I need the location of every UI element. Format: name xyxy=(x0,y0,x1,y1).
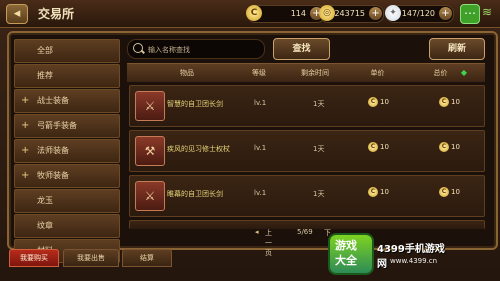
coins-counter: ◎ 243715 + xyxy=(319,5,384,23)
add-coins-button[interactable]: + xyxy=(369,7,382,20)
coins-value: 243715 xyxy=(334,9,365,18)
gold-coin-icon: C xyxy=(246,5,262,21)
search-box xyxy=(127,39,265,59)
watermark-url: www.4399.cn xyxy=(390,257,438,265)
sidebar-item-recommended[interactable]: 推荐 xyxy=(14,64,120,88)
header-item: 物品 xyxy=(180,69,194,77)
sidebar-item-emblem[interactable]: 纹章 xyxy=(14,214,120,238)
stamp-line-1: 游戏 xyxy=(335,239,357,252)
top-bar: ◂ 交易所 C 114 + ◎ 243715 + ✦ 147/120 + ≋ xyxy=(0,0,500,28)
item-time: 1天 xyxy=(313,145,325,153)
header-total-price: 总价 xyxy=(433,69,448,77)
table-row[interactable]: ⚒ 疾风的见习修士权杖 lv.1 1天 C 10 C 10 xyxy=(129,130,485,172)
sidebar-item-priest[interactable]: + 牧师装备 xyxy=(14,164,120,188)
unit-price-value: 10 xyxy=(380,188,389,196)
unit-price-value: 10 xyxy=(380,143,389,151)
search-button[interactable]: 查找 xyxy=(273,38,330,60)
item-time: 1天 xyxy=(313,100,325,108)
search-input[interactable] xyxy=(146,42,260,57)
expand-icon: + xyxy=(21,120,30,131)
expand-icon: + xyxy=(21,170,30,181)
page-title: 交易所 xyxy=(38,7,75,21)
total-price-value: 10 xyxy=(451,98,460,106)
refresh-button[interactable]: 刷新 xyxy=(429,38,485,60)
table-row[interactable]: ⚔ 智慧的自卫团长剑 lv.1 1天 C 10 C 10 xyxy=(129,85,485,127)
sidebar-item-label: 龙玉 xyxy=(37,196,53,205)
sidebar-item-label: 全部 xyxy=(37,46,53,55)
chat-icon[interactable] xyxy=(460,3,480,24)
tab-sell[interactable]: 我要出售 xyxy=(63,249,119,267)
total-price-value: 10 xyxy=(451,143,460,151)
prev-page-button[interactable]: 上一页 xyxy=(265,228,272,258)
unit-price: C 10 xyxy=(368,97,389,107)
header-time: 剩余时间 xyxy=(301,69,329,77)
item-name: 睢幕的自卫团长剑 xyxy=(167,190,223,198)
stamp-line-2: 大全 xyxy=(335,254,357,267)
wing-icon: ✦ xyxy=(385,5,401,21)
total-price: C 10 xyxy=(439,142,460,152)
listing-panel: 查找 刷新 物品 等级 剩余时间 单价 总价 ◆ ⚔ 智慧的自卫团长剑 lv.1… xyxy=(127,38,487,242)
page-indicator: 5/69 xyxy=(297,228,313,236)
item-time: 1天 xyxy=(313,190,325,198)
header-level: 等级 xyxy=(252,69,266,77)
search-icon xyxy=(133,43,143,53)
unit-price-value: 10 xyxy=(380,98,389,106)
sidebar-item-label: 纹章 xyxy=(37,221,53,230)
sword-icon: ⚔ xyxy=(135,91,165,121)
stamina-value: 147/120 xyxy=(401,9,435,18)
total-price-value: 10 xyxy=(451,188,460,196)
sidebar-item-warrior[interactable]: + 战士装备 xyxy=(14,89,120,113)
sword-icon: ⚔ xyxy=(135,181,165,211)
sidebar-item-mage[interactable]: + 法师装备 xyxy=(14,139,120,163)
item-level: lv.1 xyxy=(254,144,267,152)
prev-arrow-icon[interactable]: ◂ xyxy=(255,228,259,236)
trading-house-screen: ◂ 交易所 C 114 + ◎ 243715 + ✦ 147/120 + ≋ 全… xyxy=(0,0,500,281)
scepter-icon: ⚒ xyxy=(135,136,165,166)
gem-icon: ◆ xyxy=(460,68,468,77)
header-unit-price: 单价 xyxy=(370,69,385,77)
unit-price: C 10 xyxy=(368,142,389,152)
table-row[interactable]: ⚔ 睢幕的自卫团长剑 lv.1 1天 C 10 C 10 xyxy=(129,175,485,217)
site-watermark: 游戏 大全 4399手机游戏网 www.4399.cn xyxy=(330,230,450,275)
sidebar-item-label: 战士装备 xyxy=(37,96,69,105)
sidebar-item-archer[interactable]: + 弓箭手装备 xyxy=(14,114,120,138)
watermark-stamp: 游戏 大全 xyxy=(330,235,372,273)
coin-icon: C xyxy=(368,187,378,197)
add-stamina-button[interactable]: + xyxy=(439,7,452,20)
watermark-site: 4399手机游戏网 xyxy=(377,244,445,270)
table-header: 物品 等级 剩余时间 单价 总价 ◆ xyxy=(127,63,485,82)
wifi-icon: ≋ xyxy=(482,5,493,19)
gold-counter: C 114 + xyxy=(246,5,325,23)
gold-value: 114 xyxy=(290,9,306,18)
total-price: C 10 xyxy=(439,97,460,107)
coin-icon: C xyxy=(439,97,449,107)
coin-icon: C xyxy=(368,142,378,152)
back-arrow-icon[interactable]: ◂ xyxy=(6,4,28,24)
sidebar-item-label: 弓箭手装备 xyxy=(37,121,77,130)
coin-stack-icon: ◎ xyxy=(319,5,335,21)
stamina-counter: ✦ 147/120 + xyxy=(385,5,454,23)
total-price: C 10 xyxy=(439,187,460,197)
sidebar-item-label: 牧师装备 xyxy=(37,171,69,180)
expand-icon: + xyxy=(21,95,30,106)
item-level: lv.1 xyxy=(254,99,267,107)
unit-price: C 10 xyxy=(368,187,389,197)
item-level: lv.1 xyxy=(254,189,267,197)
sidebar-item-all[interactable]: 全部 xyxy=(14,39,120,63)
tab-settle[interactable]: 结算 xyxy=(122,249,172,267)
coin-icon: C xyxy=(439,187,449,197)
category-sidebar: 全部 推荐 +战士装备 +弓箭手装备 +法师装备 +牧师装备 龙玉 纹章 材料 xyxy=(14,39,120,263)
item-name: 疾风的见习修士权杖 xyxy=(167,145,230,153)
item-name: 智慧的自卫团长剑 xyxy=(167,100,223,108)
sidebar-item-dragon-jade[interactable]: 龙玉 xyxy=(14,189,120,213)
coin-icon: C xyxy=(439,142,449,152)
expand-icon: + xyxy=(21,145,30,156)
tab-buy[interactable]: 我要购买 xyxy=(9,249,59,267)
sidebar-item-label: 推荐 xyxy=(37,71,53,80)
sidebar-item-label: 法师装备 xyxy=(37,146,69,155)
coin-icon: C xyxy=(368,97,378,107)
